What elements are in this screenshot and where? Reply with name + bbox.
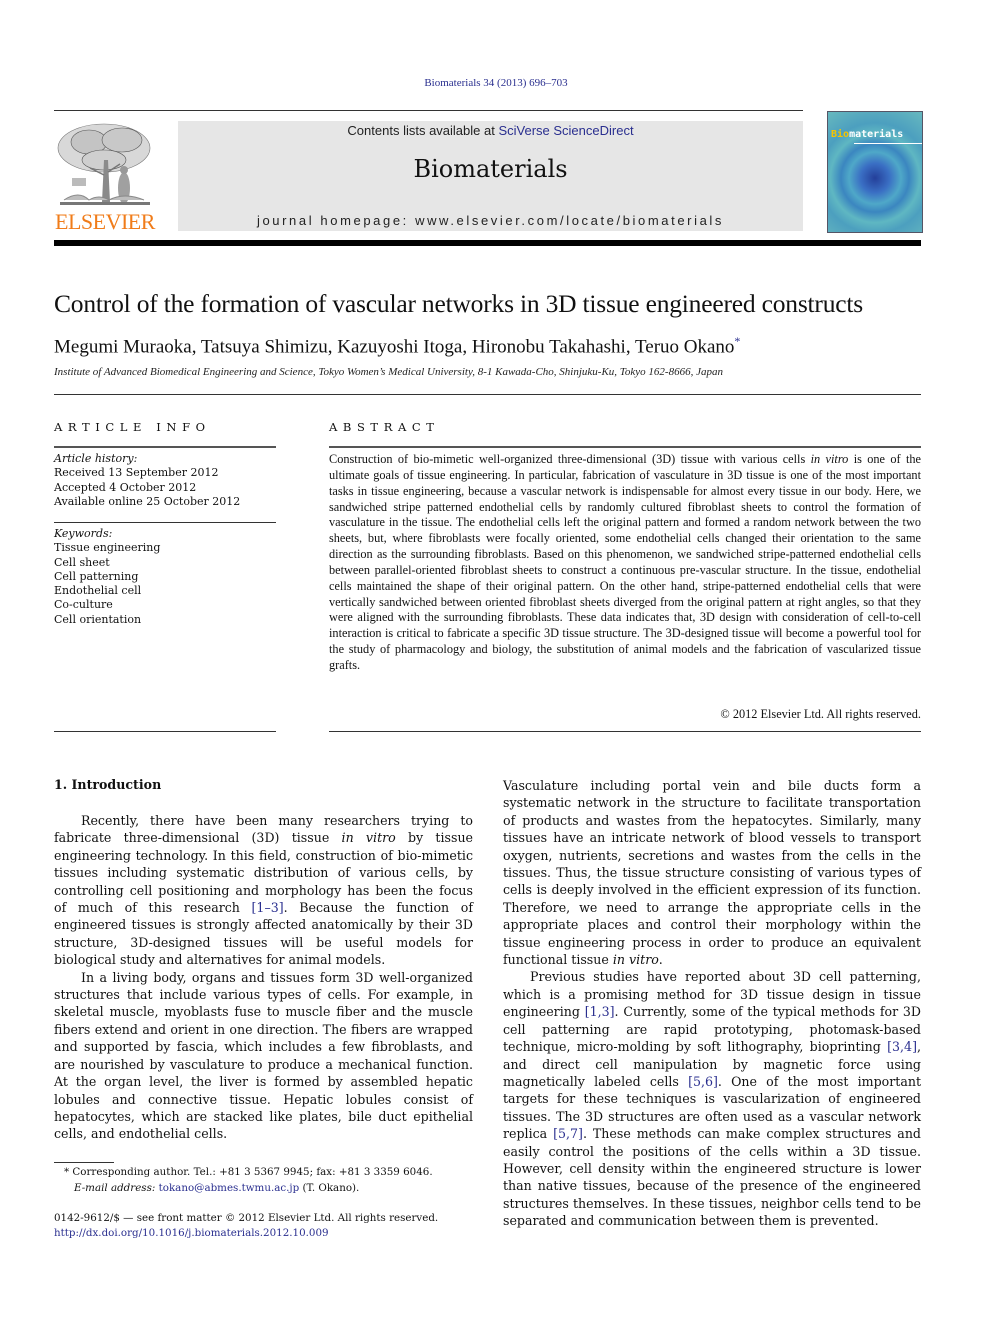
text: Vasculature including portal vein and bi… xyxy=(503,778,921,968)
front-matter: 0142-9612/$ — see front matter © 2012 El… xyxy=(54,1211,494,1241)
journal-masthead: Contents lists available at SciVerse Sci… xyxy=(178,121,803,231)
abstract-heading: ABSTRACT xyxy=(329,420,440,434)
keyword: Endothelial cell xyxy=(54,584,142,598)
accepted-date: Accepted 4 October 2012 xyxy=(54,480,197,494)
introduction-heading: 1. Introduction xyxy=(54,777,162,792)
keywords: Keywords: Tissue engineering Cell sheet … xyxy=(54,527,276,627)
sciencedirect-link[interactable]: SciVerse ScienceDirect xyxy=(498,123,633,138)
abstract-copyright: © 2012 Elsevier Ltd. All rights reserved… xyxy=(720,707,921,721)
abstract-italic: in vitro xyxy=(810,452,849,466)
journal-citation[interactable]: Biomaterials 34 (2013) 696–703 xyxy=(0,77,992,89)
journal-homepage-link[interactable]: journal homepage: www.elsevier.com/locat… xyxy=(178,213,803,228)
citation-link[interactable]: Biomaterials 34 (2013) 696–703 xyxy=(424,77,567,89)
authors-text: Megumi Muraoka, Tatsuya Shimizu, Kazuyos… xyxy=(54,336,735,358)
intro-paragraph-2: In a living body, organs and tissues for… xyxy=(54,969,473,1142)
italic-text: in vitro xyxy=(612,952,659,968)
doi-link[interactable]: http://dx.doi.org/10.1016/j.biomaterials… xyxy=(54,1226,494,1241)
journal-cover-image[interactable]: Biomaterials xyxy=(827,111,923,233)
cover-rule xyxy=(854,143,922,144)
affiliation: Institute of Advanced Biomedical Enginee… xyxy=(54,366,723,378)
email-label: E-mail address: xyxy=(74,1181,156,1194)
keyword: Cell sheet xyxy=(54,555,110,569)
footnote-line: * Corresponding author. Tel.: +81 3 5367… xyxy=(54,1165,494,1181)
citation-link[interactable]: [5,6] xyxy=(688,1074,718,1089)
keyword: Co-culture xyxy=(54,598,113,612)
cover-title: Biomaterials xyxy=(831,129,903,140)
citation-link[interactable]: [1–3] xyxy=(252,900,284,915)
keyword: Cell patterning xyxy=(54,569,139,583)
article-info-rule xyxy=(54,446,276,448)
author-list: Megumi Muraoka, Tatsuya Shimizu, Kazuyos… xyxy=(54,334,934,358)
left-column: Recently, there have been many researche… xyxy=(54,812,473,1143)
corresponding-author-mark[interactable]: * xyxy=(734,334,740,348)
right-column: Vasculature including portal vein and bi… xyxy=(503,777,921,1230)
contents-prefix: Contents lists available at xyxy=(347,123,499,138)
citation-link[interactable]: [3,4] xyxy=(887,1039,917,1054)
intro-paragraph-2-continued: Vasculature including portal vein and bi… xyxy=(503,777,921,968)
article-info-heading: ARTICLE INFO xyxy=(54,420,211,434)
header-thick-rule xyxy=(54,240,921,246)
footnote-rule xyxy=(54,1162,114,1163)
citation-link[interactable]: [5,7] xyxy=(553,1126,583,1141)
citation-link[interactable]: [1,3] xyxy=(585,1004,615,1019)
article-info-end-rule xyxy=(54,731,276,732)
article-title: Control of the formation of vascular net… xyxy=(54,289,864,318)
article-history: Article history: Received 13 September 2… xyxy=(54,452,276,509)
abstract-text: is one of the ultimate goals of tissue e… xyxy=(329,452,921,672)
abstract-rule xyxy=(329,446,921,448)
abstract-end-rule xyxy=(329,731,921,732)
footnote-text: Corresponding author. Tel.: +81 3 5367 9… xyxy=(69,1166,433,1178)
keyword: Cell orientation xyxy=(54,612,142,626)
online-date: Available online 25 October 2012 xyxy=(54,494,241,508)
text: . xyxy=(658,952,663,968)
email-link[interactable]: tokano@abmes.twmu.ac.jp xyxy=(159,1182,300,1194)
keywords-rule xyxy=(54,522,276,523)
abstract-text: Construction of bio-mimetic well-organiz… xyxy=(329,452,811,466)
intro-paragraph-1: Recently, there have been many researche… xyxy=(54,812,473,969)
keywords-label: Keywords: xyxy=(54,527,113,540)
journal-name: Biomaterials xyxy=(413,155,568,183)
email-suffix: (T. Okano). xyxy=(299,1181,360,1194)
received-date: Received 13 September 2012 xyxy=(54,466,219,480)
italic-text: in vitro xyxy=(341,830,396,846)
email-line: E-mail address: tokano@abmes.twmu.ac.jp … xyxy=(54,1181,494,1197)
cover-title-rest: materials xyxy=(849,129,904,140)
elsevier-tree-icon xyxy=(54,120,156,212)
keyword: Tissue engineering xyxy=(54,541,161,555)
header-rule xyxy=(54,110,803,111)
cover-title-highlight: Bio xyxy=(831,129,850,140)
elsevier-wordmark: ELSEVIER xyxy=(55,209,155,234)
elsevier-logo: ELSEVIER xyxy=(54,120,156,234)
contents-line: Contents lists available at SciVerse Sci… xyxy=(178,123,803,138)
abstract-body: Construction of bio-mimetic well-organiz… xyxy=(329,452,921,674)
issn-line: 0142-9612/$ — see front matter © 2012 El… xyxy=(54,1212,439,1224)
corresponding-author-footnote: * Corresponding author. Tel.: +81 3 5367… xyxy=(54,1165,494,1196)
history-label: Article history: xyxy=(54,452,138,465)
text: . These methods can make complex structu… xyxy=(503,1126,921,1229)
intro-paragraph-3: Previous studies have reported about 3D … xyxy=(503,968,921,1229)
title-rule xyxy=(54,394,921,395)
